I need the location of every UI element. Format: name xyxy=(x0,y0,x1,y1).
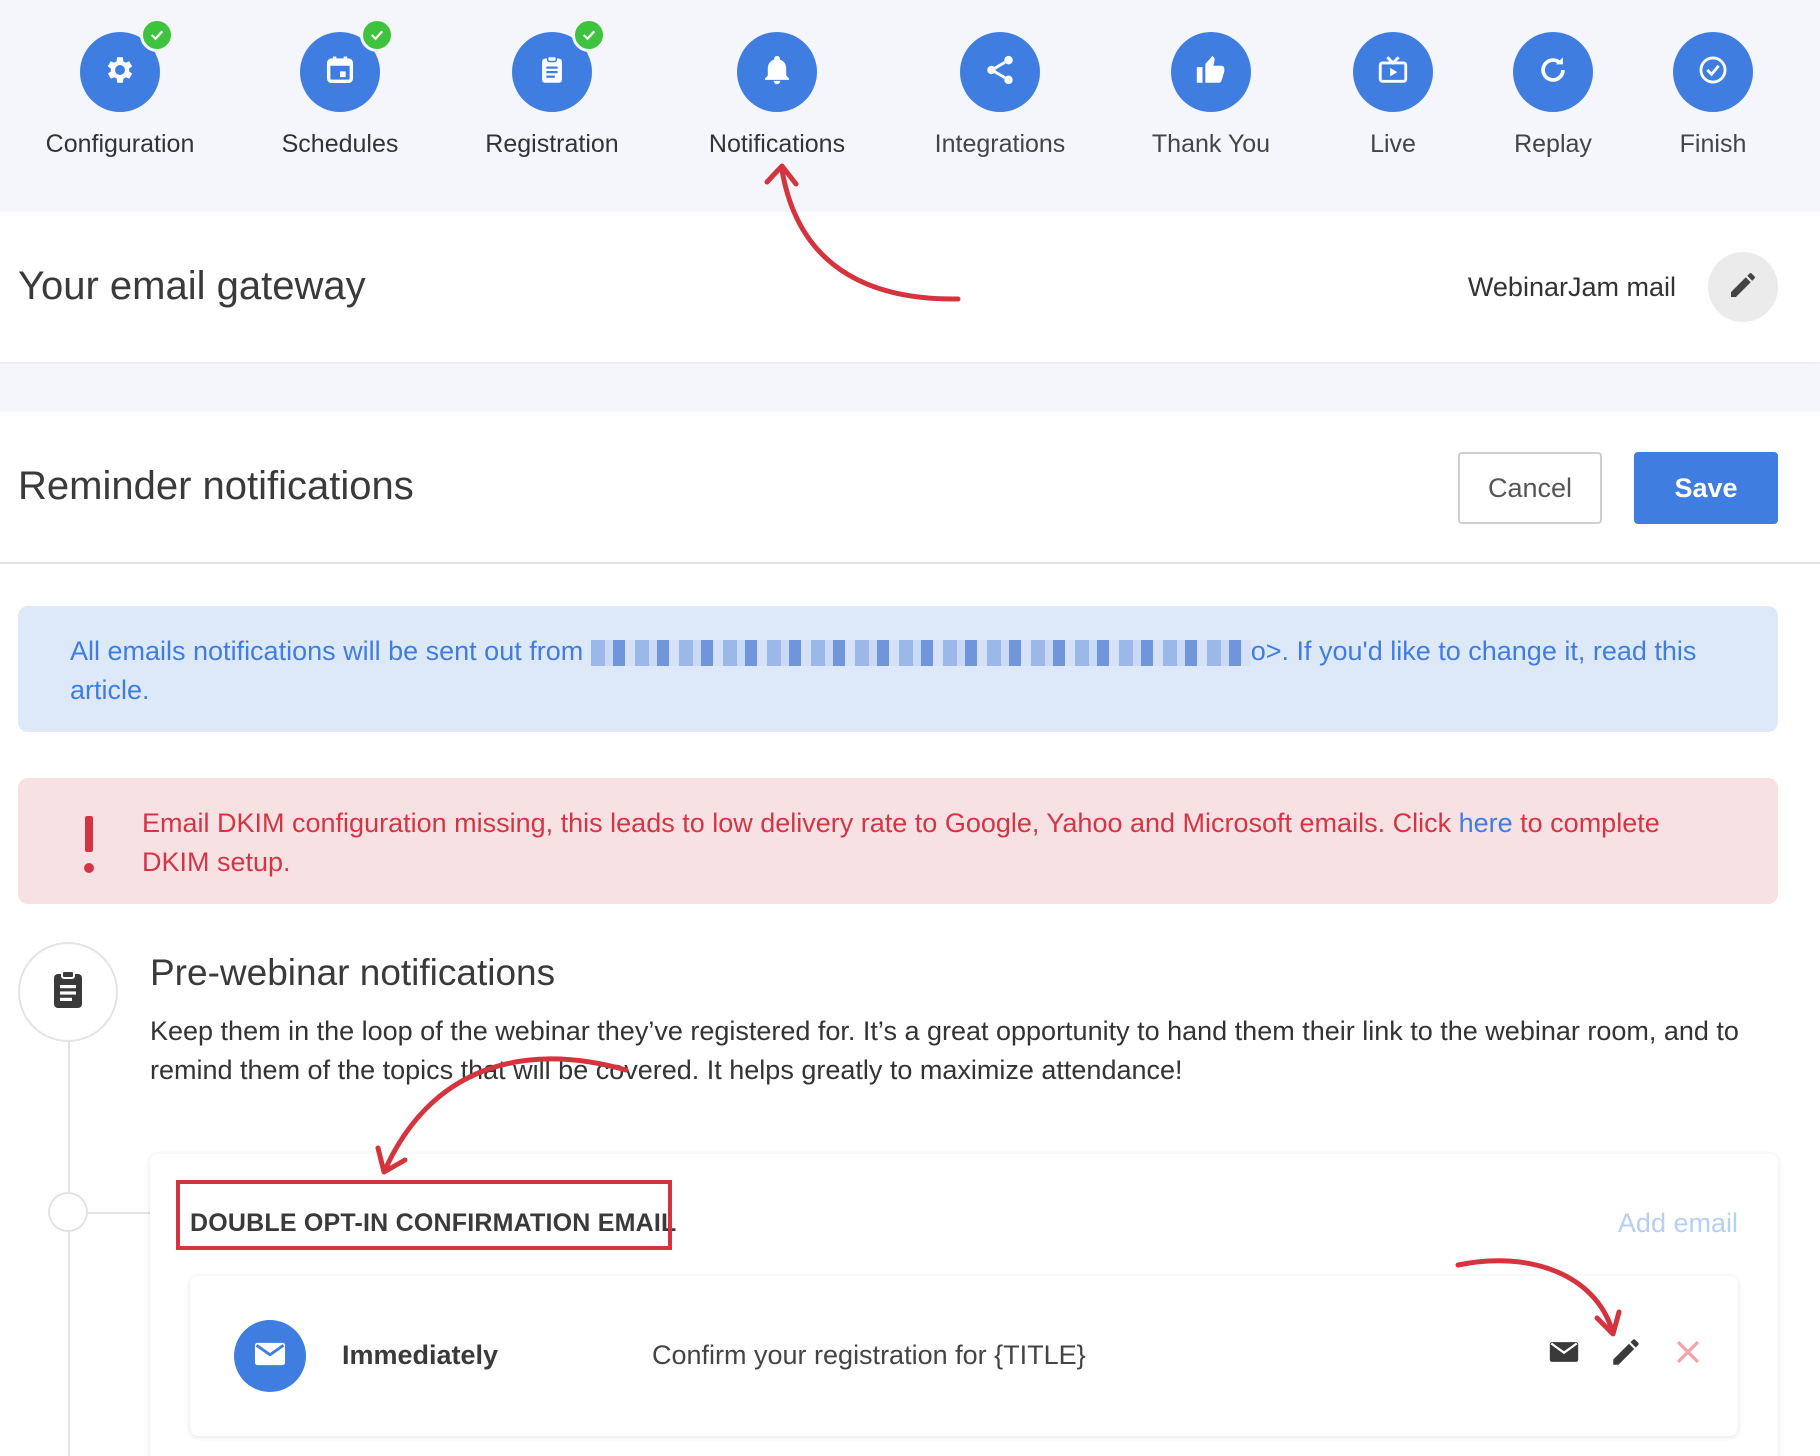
step-circle xyxy=(1171,32,1251,112)
timeline-clipboard-badge xyxy=(18,942,118,1042)
alert-text: Email DKIM configuration missing, this l… xyxy=(142,808,1452,838)
email-row: Immediately Confirm your registration fo… xyxy=(190,1276,1738,1436)
step-label: Configuration xyxy=(45,130,195,158)
clipboard-icon xyxy=(535,53,569,92)
reminder-notifications-card: Reminder notifications Cancel Save All e… xyxy=(0,412,1820,1456)
reminder-title: Reminder notifications xyxy=(18,464,414,508)
step-notifications[interactable]: Notifications xyxy=(677,32,877,159)
check-circle-icon xyxy=(1696,53,1730,92)
wizard-stepper: Configuration Schedules Registration Not… xyxy=(0,0,1820,210)
step-circle xyxy=(1513,32,1593,112)
email-subject: Confirm your registration for {TITLE} xyxy=(652,1340,1086,1370)
email-gateway-card: Your email gateway WebinarJam mail xyxy=(0,212,1820,362)
dkim-alert: Email DKIM configuration missing, this l… xyxy=(18,778,1778,904)
pre-webinar-description: Keep them in the loop of the webinar the… xyxy=(150,1016,1739,1085)
step-schedules[interactable]: Schedules xyxy=(240,18,440,159)
live-tv-icon xyxy=(1376,53,1410,92)
step-label: Finish xyxy=(1679,130,1747,158)
step-label: Integrations xyxy=(934,130,1066,158)
gateway-title: Your email gateway xyxy=(18,264,366,308)
row-actions xyxy=(1544,1334,1708,1374)
completed-check-icon xyxy=(572,18,606,52)
step-configuration[interactable]: Configuration xyxy=(20,18,220,159)
add-email-link[interactable]: Add email xyxy=(1618,1208,1738,1239)
step-label: Thank You xyxy=(1151,130,1271,158)
envelope-icon xyxy=(1547,1335,1581,1374)
close-icon xyxy=(1671,1335,1705,1374)
calendar-icon xyxy=(323,53,357,92)
step-label: Registration xyxy=(485,130,619,158)
timeline-line xyxy=(68,1042,70,1456)
step-circle xyxy=(1673,32,1753,112)
pencil-icon xyxy=(1727,269,1759,306)
pencil-icon xyxy=(1609,1335,1643,1374)
reminder-header: Reminder notifications Cancel Save xyxy=(0,412,1820,564)
send-test-email-button[interactable] xyxy=(1544,1334,1584,1374)
delete-email-button[interactable] xyxy=(1668,1334,1708,1374)
step-circle xyxy=(737,32,817,112)
redacted-sender-address xyxy=(590,639,1251,666)
email-avatar xyxy=(234,1320,306,1392)
share-icon xyxy=(983,53,1017,92)
gateway-value: WebinarJam mail xyxy=(1467,272,1676,302)
gear-icon xyxy=(103,53,137,92)
double-opt-in-group: DOUBLE OPT-IN CONFIRMATION EMAIL Add ema… xyxy=(150,1154,1778,1456)
annotation-highlight-box xyxy=(176,1180,672,1250)
clipboard-icon xyxy=(44,966,92,1019)
cancel-button[interactable]: Cancel xyxy=(1458,452,1602,524)
edit-email-button[interactable] xyxy=(1606,1334,1646,1374)
pre-webinar-title: Pre-webinar notifications xyxy=(150,952,556,993)
step-label: Notifications xyxy=(708,130,846,158)
sender-info-box: All emails notifications will be sent ou… xyxy=(18,606,1778,732)
step-thank-you[interactable]: Thank You xyxy=(1111,32,1311,159)
timeline-node xyxy=(48,1192,88,1232)
step-circle xyxy=(512,18,606,112)
dkim-setup-link[interactable]: here xyxy=(1459,808,1513,838)
step-label: Schedules xyxy=(281,130,399,158)
timeline-connector xyxy=(88,1212,150,1214)
info-prefix: All emails notifications will be sent ou… xyxy=(70,636,584,666)
edit-gateway-button[interactable] xyxy=(1708,252,1778,322)
step-finish[interactable]: Finish xyxy=(1613,32,1813,159)
save-button[interactable]: Save xyxy=(1634,452,1778,524)
step-integrations[interactable]: Integrations xyxy=(900,32,1100,159)
step-registration[interactable]: Registration xyxy=(452,18,652,159)
email-timing: Immediately xyxy=(342,1340,499,1370)
thumbs-up-icon xyxy=(1194,53,1228,92)
bell-icon xyxy=(760,53,794,92)
step-circle xyxy=(960,32,1040,112)
completed-check-icon xyxy=(140,18,174,52)
exclamation-icon xyxy=(82,816,96,876)
envelope-icon xyxy=(251,1335,289,1378)
completed-check-icon xyxy=(360,18,394,52)
replay-icon xyxy=(1536,53,1570,92)
step-circle xyxy=(80,18,174,112)
step-circle xyxy=(300,18,394,112)
step-circle xyxy=(1353,32,1433,112)
